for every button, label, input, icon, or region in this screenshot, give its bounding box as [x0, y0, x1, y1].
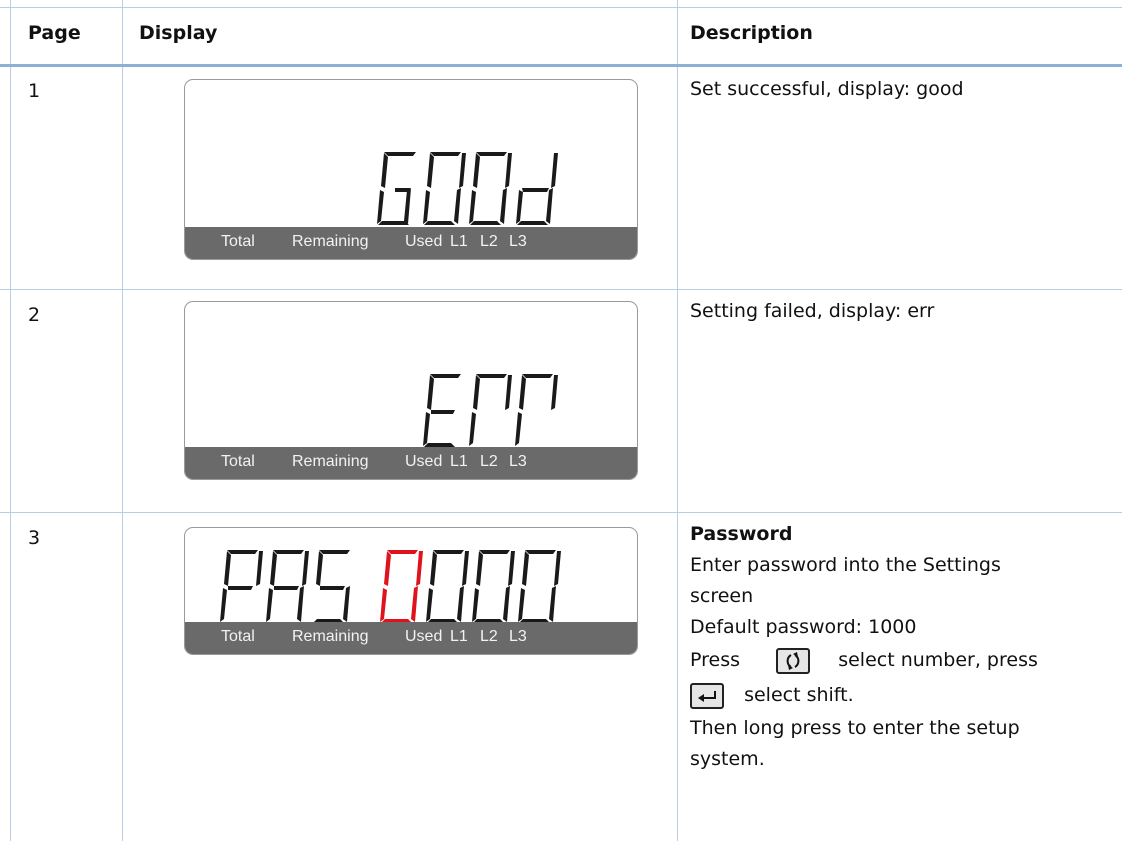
lcd-display-password: Total Remaining Used L1 L2 L3 — [184, 527, 638, 655]
table-divider — [677, 0, 678, 841]
row-3-page: 3 — [28, 527, 41, 549]
press-line-2: select shift. — [690, 678, 1038, 713]
label-total: Total — [221, 453, 255, 470]
row-2-page: 2 — [28, 304, 41, 326]
lcd-display-err: Total Remaining Used L1 L2 L3 — [184, 301, 638, 480]
description-line: Default password: 1000 — [690, 616, 917, 638]
label-l1: L1 — [450, 453, 468, 470]
label-total: Total — [221, 233, 255, 250]
row-1-page: 1 — [28, 80, 41, 102]
lcd-label-bar: Total Remaining Used L1 L2 L3 — [185, 447, 637, 479]
press-line-1: Press select number, press — [690, 643, 1038, 678]
label-l3: L3 — [509, 233, 527, 250]
header-display: Display — [139, 22, 218, 44]
description-text: Setting failed, display: err — [690, 300, 935, 322]
label-used: Used — [405, 628, 443, 645]
table-divider — [122, 0, 123, 841]
lcd-label-bar: Total Remaining Used L1 L2 L3 — [185, 622, 637, 654]
label-total: Total — [221, 628, 255, 645]
description-line: Enter password into the Settings — [690, 554, 1001, 576]
label-remaining: Remaining — [292, 233, 369, 250]
press-select-number: select number, press — [838, 649, 1038, 671]
row-divider — [0, 512, 1122, 513]
label-l3: L3 — [509, 628, 527, 645]
enter-key-icon — [690, 682, 724, 709]
label-used: Used — [405, 453, 443, 470]
label-l2: L2 — [480, 233, 498, 250]
row-divider — [0, 289, 1122, 290]
description-line: system. — [690, 748, 765, 770]
description-line: Then long press to enter the setup — [690, 717, 1020, 739]
header-rule — [0, 64, 1122, 67]
lcd-label-bar: Total Remaining Used L1 L2 L3 — [185, 227, 637, 259]
press-label: Press — [690, 649, 741, 671]
label-remaining: Remaining — [292, 628, 369, 645]
header-page: Page — [28, 22, 81, 44]
label-l1: L1 — [450, 233, 468, 250]
label-l2: L2 — [480, 628, 498, 645]
table-border-left — [10, 0, 11, 841]
table-border-top — [0, 7, 1122, 8]
header-description: Description — [690, 22, 813, 44]
description-text: Set successful, display: good — [690, 78, 964, 100]
rotate-key-icon — [776, 647, 811, 674]
lcd-display-good: Total Remaining Used L1 L2 L3 — [184, 79, 638, 260]
label-used: Used — [405, 233, 443, 250]
label-l2: L2 — [480, 453, 498, 470]
description-line: screen — [690, 585, 754, 607]
lcd-segments-good — [377, 152, 558, 225]
label-l3: L3 — [509, 453, 527, 470]
press-select-shift: select shift. — [744, 684, 854, 706]
row-1-description: Set successful, display: good — [690, 74, 964, 105]
label-remaining: Remaining — [292, 453, 369, 470]
lcd-segments-password — [220, 550, 561, 623]
row-2-description: Setting failed, display: err — [690, 296, 934, 327]
settings-table: Page Display Description 1 Total Remaini… — [0, 0, 1122, 841]
description-title: Password — [690, 523, 793, 545]
lcd-segments-err — [423, 374, 558, 447]
row-3-description: Password Enter password into the Setting… — [690, 519, 1038, 775]
label-l1: L1 — [450, 628, 468, 645]
